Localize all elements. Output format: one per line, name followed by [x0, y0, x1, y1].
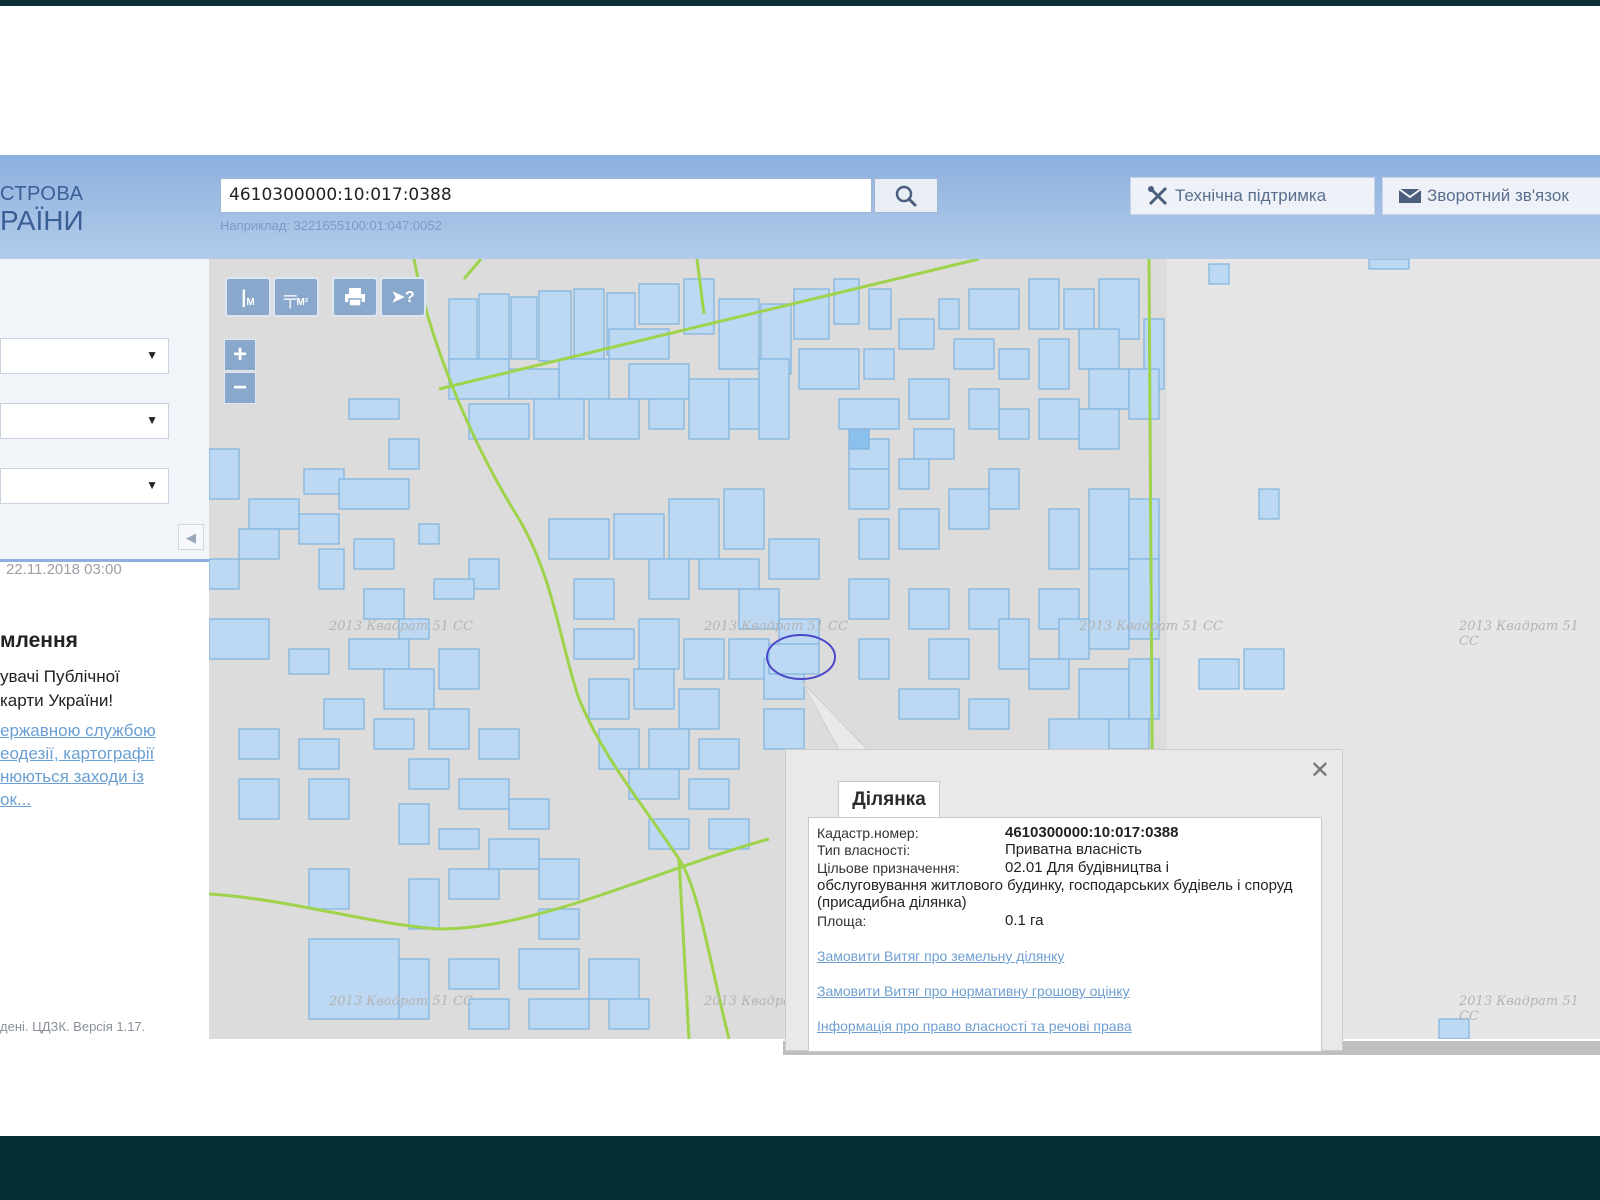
parcel-info: Кадастр.номер: 4610300000:10:017:0388 Ти…	[808, 817, 1322, 1052]
support-label: Технічна підтримка	[1175, 186, 1327, 205]
area-tool-button[interactable]: ╤ М²	[273, 277, 319, 317]
search-input[interactable]: 4610300000:10:017:0388	[220, 178, 872, 213]
zoom-out-button[interactable]: −	[224, 372, 256, 404]
notice-text-2: карти України!	[0, 691, 114, 710]
map-watermark: 2013 Квадрат 51 СС	[329, 994, 473, 1009]
parcel-popup: ✕ Ділянка Кадастр.номер: 4610300000:10:0…	[785, 749, 1343, 1052]
cadastral-value: 4610300000:10:017:0388	[1005, 824, 1179, 841]
map-watermark: 2013 Квадрат 51 СС	[1079, 619, 1223, 634]
cadastral-label: Кадастр.номер:	[817, 825, 919, 841]
chevron-down-icon: ▼	[146, 413, 158, 427]
order-extract-link[interactable]: Замовити Витяг про земельну ділянку	[817, 948, 1064, 964]
area-measure-icon: ╤	[283, 286, 297, 307]
area-label: Площа:	[817, 913, 867, 929]
purpose-continuation: обслуговування житлового будинку, господ…	[817, 877, 1293, 911]
search-hint: Наприклад: 3221655100:01:047:0052	[220, 218, 442, 233]
identify-button[interactable]: ➤?	[380, 277, 426, 317]
map-watermark: 2013 Квадрат 51 СС	[1459, 619, 1579, 649]
sidebar: ▼ ▼ ▼ ◀ 22.11.2018 03:00 млення увачі Пу…	[0, 259, 209, 1039]
settlement-select[interactable]: ▼	[0, 468, 169, 504]
update-date: 22.11.2018 03:00	[6, 561, 122, 578]
notice-link-1[interactable]: ержавною службою	[0, 721, 195, 741]
area-value: 0.1 га	[1005, 912, 1044, 929]
feedback-label: Зворотний зв'язок	[1427, 186, 1569, 205]
feedback-button[interactable]: Зворотний зв'язок	[1382, 177, 1600, 215]
search-button[interactable]	[874, 178, 938, 213]
notice-title: млення	[0, 629, 78, 652]
ownership-value: Приватна власність	[1005, 841, 1142, 858]
notice-text-1: увачі Публічної	[0, 667, 120, 686]
search-icon	[895, 185, 917, 206]
tools-icon	[1141, 184, 1175, 208]
logo-line-2: РАЇНИ	[0, 205, 84, 236]
order-valuation-link[interactable]: Замовити Витяг про нормативну грошову оц…	[817, 983, 1130, 999]
header: СТРОВА РАЇНИ 4610300000:10:017:0388 Напр…	[0, 155, 1600, 259]
version-footer: дені. ЦДЗК. Версія 1.17.	[0, 1019, 146, 1034]
close-icon[interactable]: ✕	[1310, 756, 1330, 785]
ownership-info-link[interactable]: Інформація про право власності та речові…	[817, 1018, 1132, 1034]
popup-pointer	[801, 681, 872, 753]
region-select[interactable]: ▼	[0, 338, 169, 374]
tab-parcel[interactable]: Ділянка	[838, 781, 940, 817]
map-watermark: 2013 Квадрат 51 СС	[704, 619, 848, 634]
notice-link-4[interactable]: ок...	[0, 790, 195, 810]
zoom-in-button[interactable]: +	[224, 339, 256, 371]
print-icon	[345, 288, 365, 307]
notice-link-2[interactable]: еодезії, картографії	[0, 744, 195, 764]
notice-link-3[interactable]: нюються заходи із	[0, 767, 195, 787]
logo-line-1: СТРОВА	[0, 183, 84, 205]
ruler-tool-button[interactable]: | М	[225, 277, 271, 317]
print-button[interactable]	[332, 277, 378, 317]
top-frame-bar	[0, 0, 1600, 6]
chevron-down-icon: ▼	[146, 348, 158, 362]
purpose-label: Цільове призначення:	[817, 860, 960, 876]
map-watermark: 2013 Квадрат 51 СС	[329, 619, 473, 634]
mail-icon	[1393, 187, 1427, 205]
ownership-label: Тип власності:	[817, 842, 911, 858]
purpose-value: 02.01 Для будівництва і	[1005, 859, 1169, 876]
map-watermark: 2013 Квадрат 51 СС	[1459, 994, 1579, 1024]
support-button[interactable]: Технічна підтримка	[1130, 177, 1375, 215]
district-select[interactable]: ▼	[0, 403, 169, 439]
collapse-sidebar-button[interactable]: ◀	[178, 524, 204, 550]
bottom-frame-bar	[0, 1136, 1600, 1200]
sidebar-filters: ▼ ▼ ▼ ◀	[0, 259, 209, 562]
chevron-down-icon: ▼	[146, 478, 158, 492]
pointer-help-icon: ➤?	[391, 289, 415, 306]
